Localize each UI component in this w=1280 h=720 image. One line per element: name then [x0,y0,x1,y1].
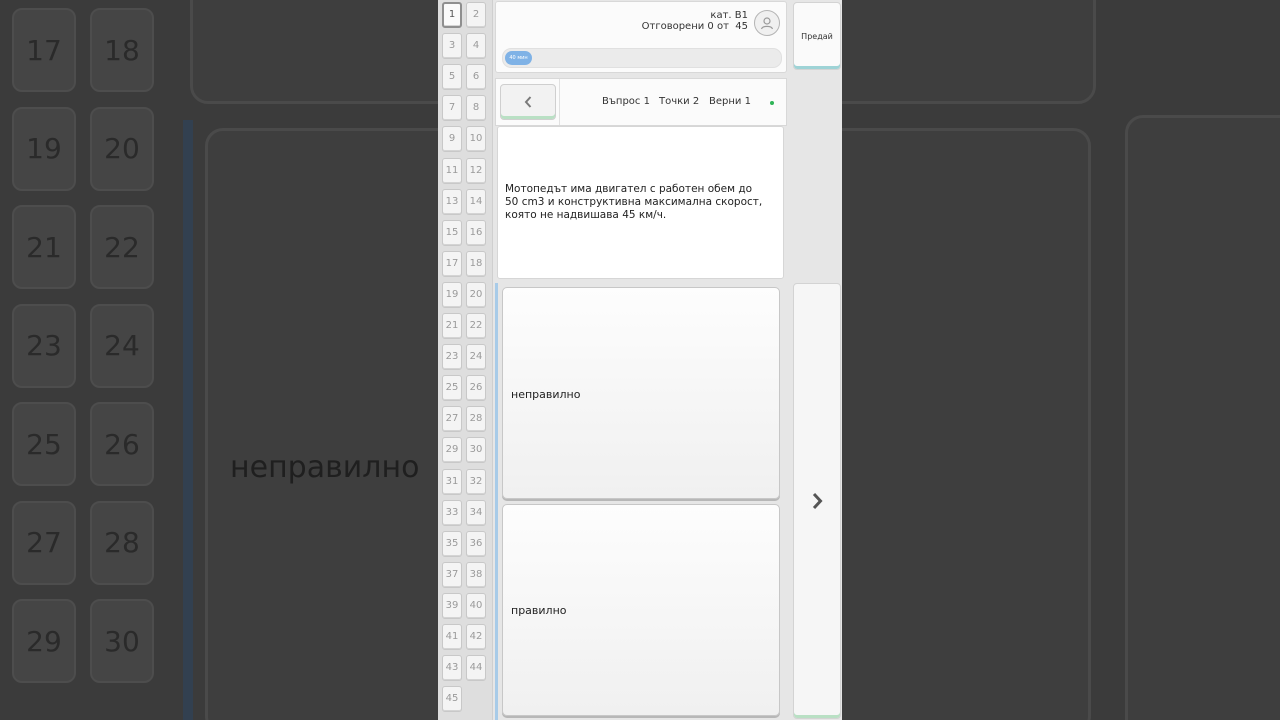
navbar-divider [559,79,560,125]
question-nav-button[interactable]: 26 [466,375,486,402]
question-nav-button[interactable]: 21 [442,313,462,339]
question-nav-button[interactable]: 16 [466,219,486,246]
question-nav-button[interactable]: 30 [466,437,486,464]
answered-counter: Отговорени 0 от 45 [642,21,748,32]
question-nav-button[interactable]: 29 [442,437,462,464]
header-panel: кат. B1 Отговорени 0 от 45 40 мин [495,1,787,73]
background-tile: 29 [12,599,76,683]
question-nav-button[interactable]: 4 [466,33,486,60]
question-nav-button[interactable]: 36 [466,530,486,557]
user-icon[interactable] [754,10,780,36]
background-tile: 26 [90,402,154,486]
question-nav-button[interactable]: 5 [442,64,462,91]
question-navbar: Въпрос 1 Точки 2 Верни 1 [495,78,787,126]
question-nav-button[interactable]: 25 [442,375,462,402]
question-correct-count: Верни 1 [709,96,751,107]
question-nav-button[interactable]: 11 [442,157,462,184]
question-text: Мотопедът има двигател с работен обем до… [505,183,763,221]
submit-button[interactable]: Предай [793,2,841,70]
question-nav-button[interactable]: 13 [442,188,462,215]
question-nav-button[interactable]: 12 [466,157,486,184]
question-nav-button[interactable]: 32 [466,468,486,495]
question-nav-button[interactable]: 9 [442,126,462,153]
question-nav-button[interactable]: 31 [442,468,462,495]
background-tile: 19 [12,106,76,191]
question-nav-button[interactable]: 33 [442,499,462,526]
chevron-left-icon [524,96,532,108]
question-nav-button[interactable]: 37 [442,561,462,588]
question-number: Въпрос 1 [602,96,650,107]
question-nav-button[interactable]: 28 [466,406,486,433]
status-dot [770,101,774,105]
timer-progress-fill: 40 мин [505,51,532,65]
category-label: кат. B1 [710,10,748,21]
question-nav-button[interactable]: 41 [442,624,462,650]
answered-total: 45 [735,21,748,32]
question-nav-button[interactable]: 35 [442,530,462,557]
question-nav-button[interactable]: 34 [466,499,486,526]
background-answer-text: неправилно [230,450,420,485]
question-nav-button[interactable]: 20 [466,281,486,308]
question-nav-button[interactable]: 10 [466,126,486,153]
background-tile: 20 [90,106,154,191]
test-app: 1 2 3 4 5 6 7 8 9 10 11 12 13 14 15 16 17 18 19 20 21 22 23 24 2… [438,0,842,720]
timer-progress-bar: 40 мин [502,48,782,68]
question-nav-button[interactable]: 19 [442,281,462,308]
question-nav-button[interactable]: 24 [466,344,486,371]
background-tile: 21 [12,205,76,289]
question-navigator: 1 2 3 4 5 6 7 8 9 10 11 12 13 14 15 16 17 18 19 20 21 22 23 24 2… [438,0,493,720]
next-button[interactable] [793,283,841,719]
back-button[interactable] [500,84,556,120]
question-nav-button[interactable]: 44 [466,655,486,682]
question-nav-button[interactable]: 39 [442,592,462,619]
question-card: Мотопедът има двигател с работен обем до… [497,126,784,279]
question-nav-button[interactable]: 3 [442,33,462,60]
answer-option-label: неправилно [511,388,581,401]
background-tile: 18 [90,8,154,92]
question-points: Точки 2 [659,96,700,107]
background-tile: 17 [12,8,76,92]
question-nav-button[interactable]: 2 [466,2,486,28]
question-nav-button[interactable]: 7 [442,95,462,122]
answer-option[interactable]: правилно [502,504,780,716]
question-nav-button[interactable]: 42 [466,624,486,650]
question-nav-button[interactable]: 38 [466,561,486,588]
background-tile: 22 [90,205,154,289]
background-tile: 25 [12,402,76,486]
question-nav-button[interactable]: 43 [442,655,462,682]
background-tile: 23 [12,303,76,388]
background-accent-line [183,120,193,720]
answered-label: Отговорени 0 от [641,21,729,32]
question-nav-button[interactable]: 15 [442,219,462,246]
answer-option[interactable]: неправилно [502,287,780,499]
question-nav-button[interactable]: 23 [442,344,462,371]
question-nav-button[interactable]: 27 [442,406,462,433]
background-tile: 30 [90,599,154,683]
question-nav-button[interactable]: 14 [466,188,486,215]
question-nav-button[interactable]: 6 [466,64,486,91]
question-nav-button[interactable]: 17 [442,250,462,277]
question-nav-button[interactable]: 22 [466,313,486,339]
question-nav-button[interactable]: 45 [442,686,462,713]
background-tile: 27 [12,500,76,585]
background-panel [1125,115,1280,720]
question-nav-button[interactable]: 1 [442,2,462,28]
chevron-right-icon [812,492,823,510]
answers-accent-line [495,283,498,720]
background-tile: 24 [90,303,154,388]
question-nav-button[interactable]: 8 [466,95,486,122]
background-tile: 28 [90,500,154,585]
question-nav-button[interactable]: 18 [466,250,486,277]
answer-option-label: правилно [511,604,567,617]
question-nav-button[interactable]: 40 [466,592,486,619]
